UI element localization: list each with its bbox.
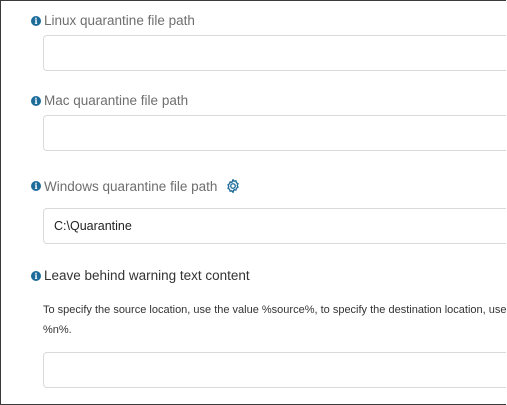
mac-path-input[interactable]: [43, 115, 506, 151]
mac-path-label-text: Mac quarantine file path: [44, 93, 189, 108]
mac-path-label: i Mac quarantine file path: [31, 93, 188, 108]
windows-path-label-text: Windows quarantine file path: [44, 178, 218, 194]
settings-panel: i Linux quarantine file path i Mac quara…: [0, 0, 506, 405]
leave-behind-label-text: Leave behind warning text content: [44, 268, 250, 283]
linux-path-label-text: Linux quarantine file path: [44, 13, 195, 28]
info-icon[interactable]: i: [31, 15, 41, 26]
help-text-line: %n%.: [43, 324, 72, 336]
gear-icon[interactable]: [225, 178, 241, 194]
leave-behind-help-text: To specify the source location, use the …: [43, 300, 506, 340]
leave-behind-label: i Leave behind warning text content: [31, 268, 250, 283]
windows-path-label: i Windows quarantine file path: [31, 178, 241, 194]
windows-path-input[interactable]: C:\Quarantine: [43, 208, 506, 244]
info-icon[interactable]: i: [31, 95, 41, 106]
linux-path-input[interactable]: [43, 35, 506, 71]
info-icon[interactable]: i: [31, 270, 41, 281]
help-text-line: To specify the source location, use the …: [43, 304, 506, 316]
linux-path-label: i Linux quarantine file path: [31, 13, 195, 28]
leave-behind-input[interactable]: [43, 352, 506, 388]
info-icon[interactable]: i: [31, 181, 41, 191]
